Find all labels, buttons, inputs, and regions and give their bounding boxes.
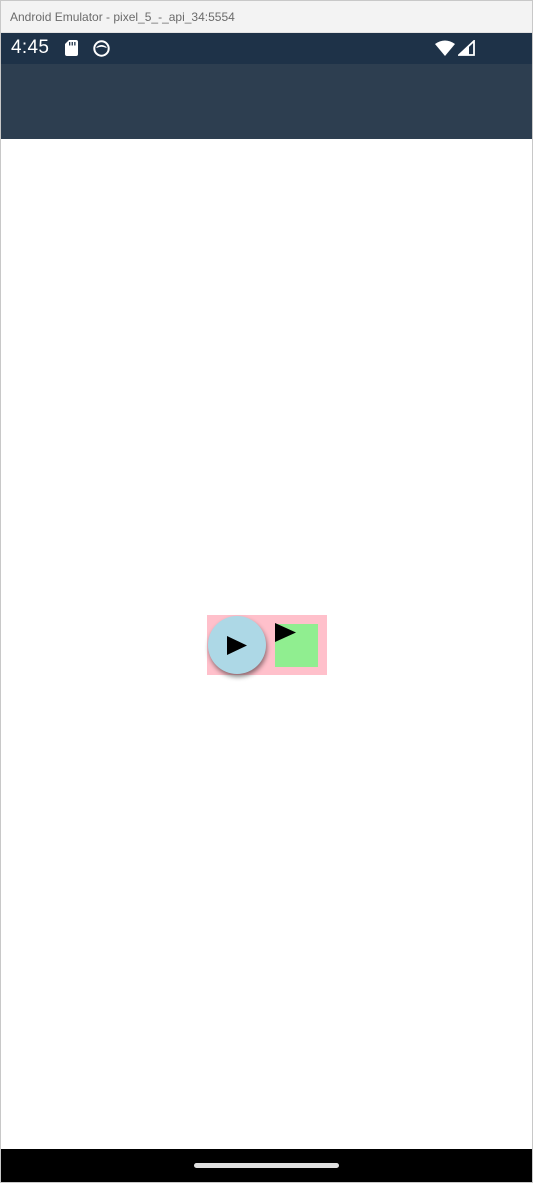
play-icon (275, 623, 296, 642)
navigation-bar (1, 1149, 532, 1182)
play-icon (227, 636, 247, 655)
emulator-title-bar: Android Emulator - pixel_5_-_api_34:5554 (1, 1, 532, 33)
cellular-signal-icon (458, 40, 475, 56)
face-icon (93, 40, 110, 57)
status-bar: 4:45 (1, 33, 532, 64)
sd-card-icon (65, 40, 78, 56)
emulator-window: Android Emulator - pixel_5_-_api_34:5554… (0, 0, 533, 1183)
home-indicator[interactable] (194, 1163, 339, 1168)
square-play-button[interactable] (275, 623, 318, 667)
app-bar (1, 64, 532, 139)
status-clock: 4:45 (11, 37, 50, 58)
wifi-icon (435, 40, 455, 56)
button-container (207, 615, 327, 675)
round-play-button[interactable] (208, 616, 266, 674)
page-content (1, 139, 532, 1149)
window-title: Android Emulator - pixel_5_-_api_34:5554 (10, 10, 235, 24)
